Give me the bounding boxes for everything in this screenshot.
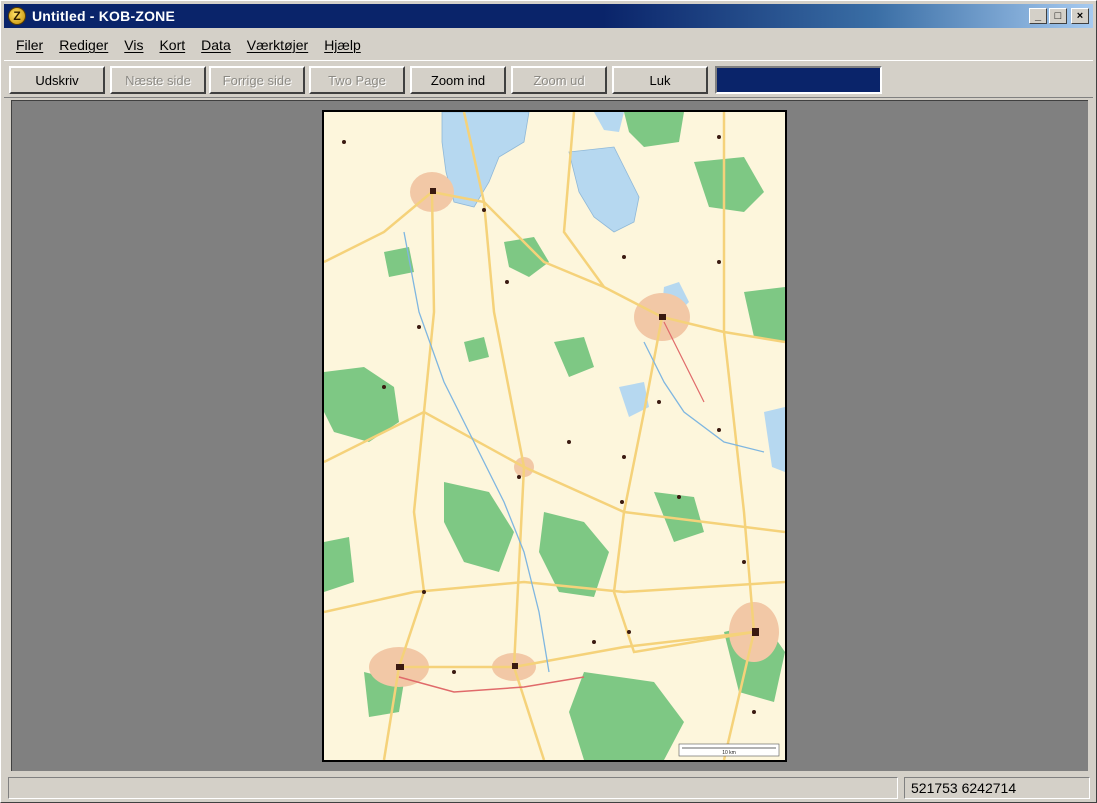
menu-vis[interactable]: Vis: [116, 35, 151, 55]
zoom-out-button[interactable]: Zoom ud: [511, 66, 607, 94]
window-title: Untitled - KOB-ZONE: [32, 8, 176, 24]
minimize-icon: _: [1034, 9, 1042, 22]
app-window: Z Untitled - KOB-ZONE _ □ × Filer Redige…: [0, 0, 1097, 803]
title-bar[interactable]: Z Untitled - KOB-ZONE _ □ ×: [4, 4, 1093, 28]
menu-data[interactable]: Data: [193, 35, 239, 55]
menu-hjaelp[interactable]: Hjælp: [316, 35, 369, 55]
previous-page-button[interactable]: Forrige side: [209, 66, 305, 94]
map-image: 10 km: [324, 112, 785, 760]
menu-rediger[interactable]: Rediger: [51, 35, 116, 55]
preview-workspace[interactable]: 10 km: [11, 100, 1088, 771]
menu-kort[interactable]: Kort: [151, 35, 193, 55]
print-preview-toolbar: Udskriv Næste side Forrige side Two Page…: [4, 60, 1093, 98]
maximize-icon: □: [1054, 9, 1062, 22]
map-print-page[interactable]: 10 km: [322, 110, 787, 762]
kob-zone-app-icon[interactable]: Z: [8, 7, 26, 25]
menu-vaerktojer[interactable]: Værktøjer: [239, 35, 316, 55]
status-message: [8, 777, 898, 799]
print-button[interactable]: Udskriv: [9, 66, 105, 94]
two-page-button[interactable]: Two Page: [309, 66, 405, 94]
progress-panel: [715, 66, 882, 94]
status-coordinates: 521753 6242714: [904, 777, 1090, 799]
next-page-button[interactable]: Næste side: [110, 66, 206, 94]
minimize-button[interactable]: _: [1029, 8, 1047, 24]
scale-label: 10 km: [722, 750, 736, 756]
maximize-button[interactable]: □: [1049, 8, 1067, 24]
menu-bar: Filer Rediger Vis Kort Data Værktøjer Hj…: [4, 32, 1093, 58]
status-bar: 521753 6242714: [4, 775, 1093, 801]
close-icon: ×: [1076, 9, 1084, 22]
menu-filer[interactable]: Filer: [8, 35, 51, 55]
close-window-button[interactable]: ×: [1071, 8, 1089, 24]
close-preview-button[interactable]: Luk: [612, 66, 708, 94]
zoom-in-button[interactable]: Zoom ind: [410, 66, 506, 94]
